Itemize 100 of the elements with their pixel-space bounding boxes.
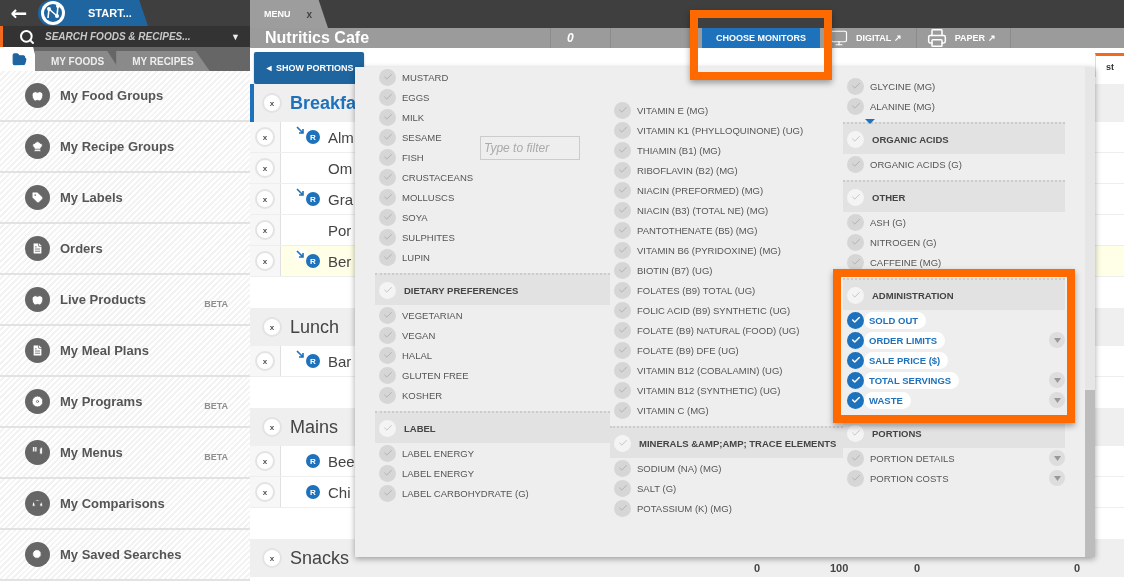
checkbox[interactable] [614,121,631,139]
checkbox[interactable] [379,366,396,384]
remove-button[interactable]: x [262,417,282,437]
checkbox[interactable] [379,208,396,226]
checkbox[interactable] [379,108,396,126]
remove-button[interactable]: x [262,548,282,568]
sidebar-item[interactable]: My Food Groups [0,71,250,122]
checkbox[interactable] [379,326,396,344]
checkbox[interactable] [379,306,396,324]
sidebar-item[interactable]: My Meal Plans [0,326,250,377]
checkbox[interactable] [847,311,864,329]
scrollbar[interactable] [1085,67,1095,557]
sidebar-item[interactable]: My Programs BETA [0,377,250,428]
checkbox[interactable] [614,101,631,119]
remove-button[interactable]: x [255,251,275,271]
checkbox[interactable] [614,301,631,319]
checkbox[interactable] [614,161,631,179]
checkbox[interactable] [847,155,864,173]
checkbox[interactable] [614,381,631,399]
filter-field[interactable]: Type to filter [480,136,580,160]
checkbox[interactable] [847,286,864,304]
checkbox[interactable] [614,434,631,452]
check-icon [617,125,628,135]
close-button[interactable]: x [306,8,313,20]
option-label: VEGAN [402,329,436,341]
sidebar-item[interactable]: My Saved Searches [0,530,250,581]
options-button[interactable] [1049,470,1065,486]
checkbox[interactable] [614,261,631,279]
checkbox[interactable] [614,221,631,239]
remove-button[interactable]: x [262,317,282,337]
checkbox[interactable] [847,331,864,349]
checkbox[interactable] [379,248,396,266]
options-button[interactable] [1049,392,1065,408]
remove-button[interactable]: x [255,127,275,147]
checkbox[interactable] [847,213,864,231]
checkbox[interactable] [614,361,631,379]
checkbox[interactable] [847,233,864,251]
checkbox[interactable] [614,341,631,359]
sidebar-item[interactable]: Live Products BETA [0,275,250,326]
checkbox[interactable] [847,130,864,148]
search-field[interactable]: SEARCH FOODS & RECIPES... ▼ [0,26,250,47]
checkbox[interactable] [614,321,631,339]
checkbox[interactable] [847,469,864,487]
sidebar-item[interactable]: My Recipe Groups [0,122,250,173]
sidebar-item[interactable]: Orders [0,224,250,275]
dropdown-caret[interactable]: ▼ [231,31,240,42]
checkbox[interactable] [847,424,864,442]
checkbox[interactable] [379,484,396,502]
checkbox[interactable] [847,371,864,389]
remove-button[interactable]: x [255,158,275,178]
sidebar-item[interactable]: My Comparisons [0,479,250,530]
checkbox[interactable] [847,449,864,467]
checkbox[interactable] [847,188,864,206]
checkbox[interactable] [379,444,396,462]
checkbox[interactable] [614,281,631,299]
remove-button[interactable]: x [255,482,275,502]
sidebar-item[interactable]: My Menus BETA [0,428,250,479]
show-portions-button[interactable]: ◄ SHOW PORTIONS [254,52,364,84]
remove-button[interactable]: x [255,351,275,371]
checkbox[interactable] [847,351,864,369]
checkbox[interactable] [379,464,396,482]
remove-button[interactable]: x [255,189,275,209]
checkbox[interactable] [614,181,631,199]
checkbox[interactable] [614,241,631,259]
checkbox[interactable] [379,419,396,437]
option-label: RIBOFLAVIN (B2) (MG) [637,164,738,176]
remove-button[interactable]: x [255,451,275,471]
option-label: LABEL CARBOHYDRATE (G) [402,487,529,499]
checkbox[interactable] [379,128,396,146]
checkbox[interactable] [614,141,631,159]
options-button[interactable] [1049,332,1065,348]
checkbox[interactable] [379,88,396,106]
menu-tab[interactable]: MENU x [250,0,328,28]
choose-monitors-button[interactable]: CHOOSE MONITORS [702,28,820,48]
checkbox[interactable] [847,77,864,95]
options-button[interactable] [1049,450,1065,466]
checkbox[interactable] [379,386,396,404]
checkbox[interactable] [847,97,864,115]
checkbox[interactable] [379,168,396,186]
options-button[interactable] [1049,372,1065,388]
checkbox[interactable] [379,346,396,364]
check-icon [850,217,861,227]
remove-button[interactable]: x [262,93,282,113]
checkbox[interactable] [379,281,396,299]
item-name: Bee [328,452,355,470]
checkbox[interactable] [614,499,631,517]
checkbox[interactable] [614,479,631,497]
checkbox[interactable] [614,459,631,477]
remove-button[interactable]: x [255,220,275,240]
checkbox[interactable] [847,391,864,409]
sidebar-item[interactable]: My Labels [0,173,250,224]
checkbox[interactable] [379,188,396,206]
logo-icon [40,0,66,26]
checkbox[interactable] [614,201,631,219]
back-button[interactable]: ← [0,0,38,26]
checkbox[interactable] [379,228,396,246]
start-tab[interactable]: START... [38,0,148,26]
checkbox[interactable] [379,148,396,166]
checkbox[interactable] [614,401,631,419]
checkbox[interactable] [379,68,396,86]
